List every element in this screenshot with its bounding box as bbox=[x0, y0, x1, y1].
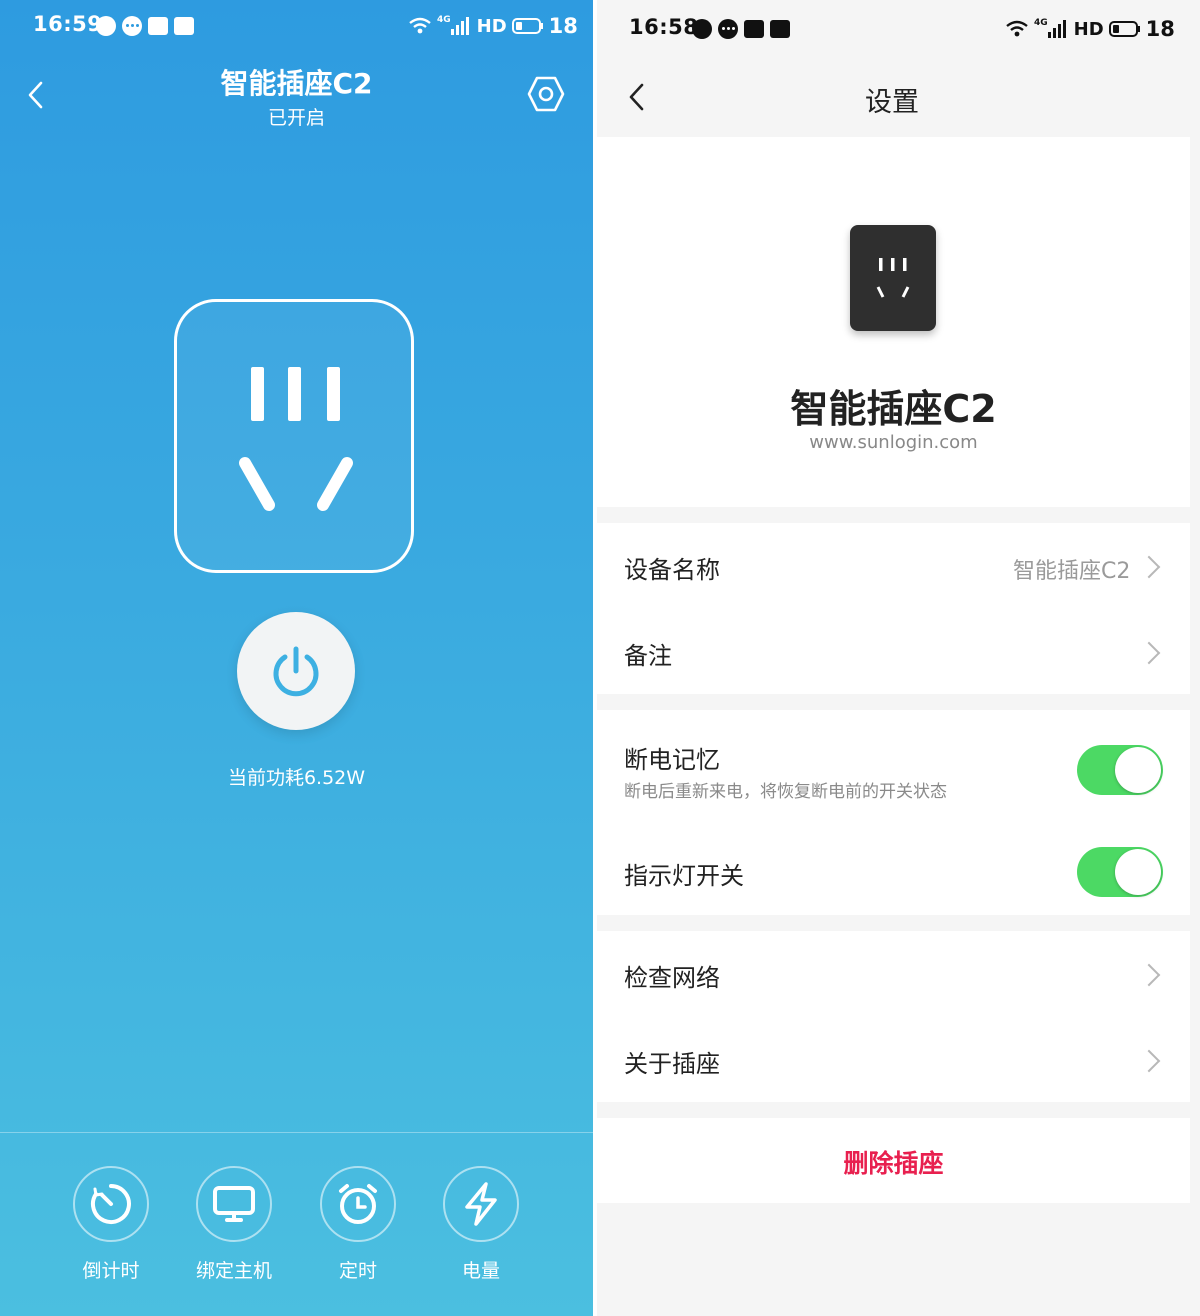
device-control-screen: 16:59 4G HD 18 智能插座C2 已开启 当前功耗6.52W 倒计时 … bbox=[0, 0, 593, 1316]
notification-icons bbox=[96, 16, 194, 36]
alarm-clock-icon bbox=[339, 1184, 377, 1224]
timer-button[interactable]: 定时 bbox=[296, 1166, 420, 1283]
countdown-button[interactable]: 倒计时 bbox=[49, 1166, 173, 1283]
page-title: 智能插座C2 bbox=[220, 67, 373, 100]
delete-socket-label: 删除插座 bbox=[843, 1149, 944, 1178]
battery-icon bbox=[511, 18, 543, 34]
status-right: 4G HD 18 bbox=[408, 14, 578, 38]
divider bbox=[0, 1132, 593, 1133]
toggle-knob bbox=[1115, 747, 1161, 793]
mail-icon bbox=[174, 17, 194, 35]
socket-holes-icon bbox=[876, 258, 910, 298]
timer-label: 定时 bbox=[338, 1260, 377, 1282]
status-right: 4G HD 18 bbox=[1005, 17, 1175, 41]
battery-level: 18 bbox=[1145, 17, 1175, 41]
indicator-toggle[interactable] bbox=[1077, 847, 1163, 897]
wifi-icon bbox=[409, 17, 431, 34]
page-title: 设置 bbox=[865, 87, 919, 118]
hd-label: HD bbox=[1073, 18, 1104, 40]
notification-icons bbox=[692, 19, 790, 39]
remark-row[interactable] bbox=[597, 609, 1190, 694]
status-time: 16:59 bbox=[33, 12, 103, 36]
bind-host-label: 绑定主机 bbox=[195, 1260, 272, 1282]
lightning-icon bbox=[465, 1182, 497, 1226]
power-consumption: 当前功耗6.52W bbox=[227, 767, 366, 789]
bind-host-button[interactable]: 绑定主机 bbox=[172, 1166, 296, 1283]
mail-icon bbox=[770, 20, 790, 38]
battery-level: 18 bbox=[548, 14, 578, 38]
inbox-icon bbox=[744, 20, 764, 38]
settings-icon[interactable] bbox=[527, 75, 565, 113]
network-type: 4G bbox=[1034, 18, 1048, 28]
monitor-icon bbox=[213, 1186, 255, 1222]
power-icon bbox=[273, 646, 319, 697]
about-label: 关于插座 bbox=[624, 1050, 720, 1078]
bind-host-circle bbox=[196, 1166, 272, 1242]
socket-thumbnail bbox=[850, 225, 936, 331]
inbox-icon bbox=[148, 17, 168, 35]
check-network-label: 检查网络 bbox=[624, 964, 720, 992]
electricity-button[interactable]: 电量 bbox=[419, 1166, 543, 1283]
settings-screen: 16:58 4G HD 18 设置 智能插座C2 www.sunlogin.co… bbox=[597, 0, 1200, 1316]
hd-label: HD bbox=[476, 15, 507, 37]
chat-icon bbox=[122, 16, 142, 36]
message-bubble-icon bbox=[96, 16, 116, 36]
signal-icon bbox=[450, 17, 469, 35]
chat-icon bbox=[718, 19, 738, 39]
electricity-circle bbox=[443, 1166, 519, 1242]
device-name-label: 设备名称 bbox=[624, 556, 720, 584]
countdown-icon bbox=[90, 1184, 131, 1224]
wifi-icon bbox=[1006, 20, 1028, 37]
battery-icon bbox=[1108, 21, 1140, 37]
power-memory-description: 断电后重新来电，将恢复断电前的开关状态 bbox=[624, 782, 947, 802]
device-name-value: 智能插座C2 bbox=[1013, 559, 1131, 584]
socket-illustration bbox=[174, 299, 414, 573]
device-name: 智能插座C2 bbox=[790, 387, 997, 431]
power-button[interactable] bbox=[237, 612, 355, 730]
power-memory-toggle[interactable] bbox=[1077, 745, 1163, 795]
device-status: 已开启 bbox=[267, 107, 325, 129]
socket-holes-icon bbox=[239, 367, 353, 511]
status-time: 16:58 bbox=[629, 15, 699, 39]
network-type: 4G bbox=[437, 15, 451, 25]
device-url: www.sunlogin.com bbox=[809, 432, 978, 453]
electricity-label: 电量 bbox=[461, 1260, 500, 1282]
countdown-label: 倒计时 bbox=[82, 1260, 140, 1282]
remark-label: 备注 bbox=[624, 642, 672, 670]
power-memory-label: 断电记忆 bbox=[624, 746, 720, 774]
indicator-label: 指示灯开关 bbox=[624, 862, 744, 890]
signal-icon bbox=[1047, 20, 1066, 38]
message-bubble-icon bbox=[692, 19, 712, 39]
timer-circle bbox=[320, 1166, 396, 1242]
countdown-circle bbox=[73, 1166, 149, 1242]
toggle-knob bbox=[1115, 849, 1161, 895]
